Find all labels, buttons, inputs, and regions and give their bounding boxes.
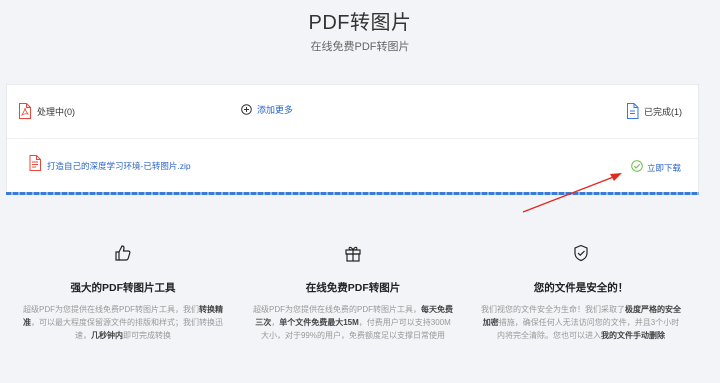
pdf-file-icon xyxy=(18,103,32,119)
page-subtitle: 在线免费PDF转图片 xyxy=(310,41,410,53)
feature-desc: 我们视您的文件安全为生命！我们采取了极度严格的安全加密措施，确保任何人无法访问您… xyxy=(481,305,681,340)
add-more-button[interactable]: 添加更多 xyxy=(241,103,293,116)
feature-desc: 超级PDF为您提供在线免费PDF转图片工具，我们转换精准，可以最大程度保留源文件… xyxy=(23,305,223,340)
file-row: 打造自己的深度学习环境-已转图片.zip 立即下载 xyxy=(7,155,698,177)
panel-toolbar: 处理中(0) 添加更多 已完成(1) xyxy=(7,85,698,139)
page-title: PDF转图片 xyxy=(308,12,412,34)
pdf-file-icon xyxy=(29,155,41,176)
download-button[interactable]: 立即下载 xyxy=(631,159,681,177)
progress-bar xyxy=(6,192,699,195)
tab-processing[interactable]: 处理中(0) xyxy=(18,103,75,119)
processing-label: 处理中(0) xyxy=(37,106,75,117)
download-label: 立即下载 xyxy=(646,163,681,173)
thumbs-up-icon xyxy=(13,244,233,266)
file-name-link[interactable]: 打造自己的深度学习环境-已转图片.zip xyxy=(47,160,191,172)
conversion-panel: 处理中(0) 添加更多 已完成(1) 打造自己的深度学习环境-已转图片.zip … xyxy=(6,84,699,194)
completed-label: 已完成(1) xyxy=(644,106,682,117)
feature-card-secure: 您的文件是安全的！ 我们视您的文件安全为生命！我们采取了极度严格的安全加密措施，… xyxy=(471,244,691,342)
feature-card-powerful: 强大的PDF转图片工具 超级PDF为您提供在线免费PDF转图片工具，我们转换精准… xyxy=(13,244,233,342)
shield-check-icon xyxy=(471,244,691,266)
feature-title: 您的文件是安全的！ xyxy=(533,282,629,294)
feature-card-free: 在线免费PDF转图片 超级PDF为您提供在线免费的PDF转图片工具，每天免费三次… xyxy=(243,244,463,342)
tab-completed[interactable]: 已完成(1) xyxy=(626,103,682,119)
plus-circle-icon xyxy=(241,104,252,115)
gift-icon xyxy=(243,244,463,266)
feature-title: 强大的PDF转图片工具 xyxy=(70,282,176,294)
check-circle-icon xyxy=(631,159,643,177)
feature-desc: 超级PDF为您提供在线免费的PDF转图片工具，每天免费三次，单个文件免费最大15… xyxy=(253,305,453,340)
feature-title: 在线免费PDF转图片 xyxy=(305,282,401,294)
add-more-label: 添加更多 xyxy=(257,105,294,115)
document-icon xyxy=(626,103,639,119)
